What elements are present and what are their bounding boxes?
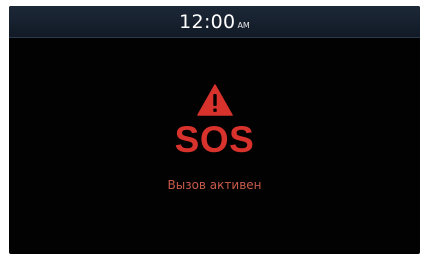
screen: 12:00 AM SOS Вызов активен — [9, 6, 420, 254]
clock-time: 12:00 — [179, 10, 236, 33]
clock-ampm: AM — [237, 20, 250, 30]
warning-triangle-icon — [196, 84, 233, 116]
device-frame: 12:00 AM SOS Вызов активен — [0, 0, 425, 257]
call-status-text: Вызов активен — [167, 178, 262, 192]
sos-panel: SOS Вызов активен — [9, 84, 420, 192]
sos-title: SOS — [174, 119, 255, 160]
status-bar: 12:00 AM — [9, 6, 420, 38]
clock: 12:00 AM — [179, 11, 250, 33]
